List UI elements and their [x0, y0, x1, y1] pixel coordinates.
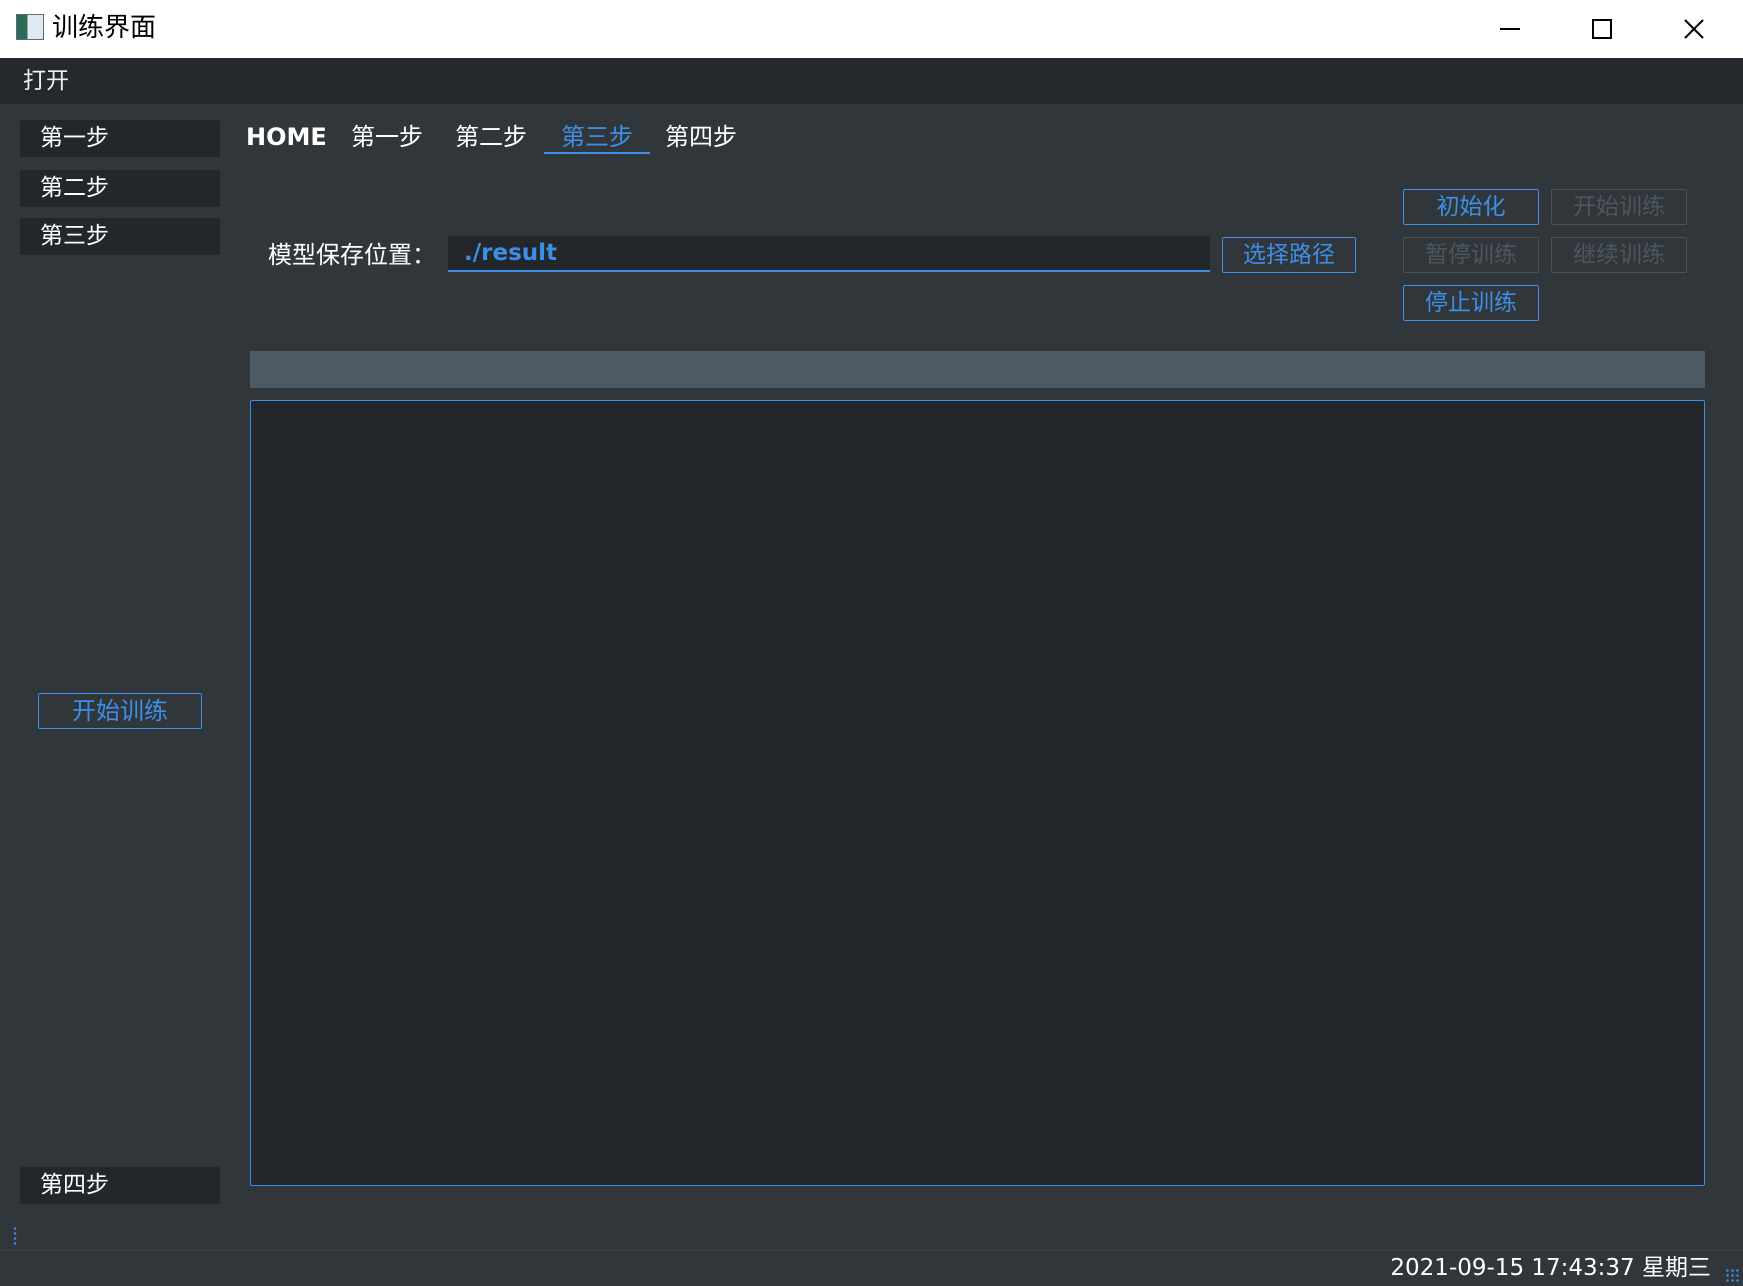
training-log-area[interactable] — [250, 400, 1705, 1186]
tab-step2[interactable]: 第二步 — [446, 120, 536, 154]
minimize-icon — [1500, 28, 1520, 30]
sidebar-item-step4[interactable]: 第四步 — [20, 1167, 220, 1204]
model-save-path-label: 模型保存位置： — [268, 241, 436, 269]
app-icon — [16, 14, 44, 40]
close-button[interactable] — [1648, 0, 1740, 58]
tab-step4[interactable]: 第四步 — [656, 120, 746, 154]
tab-step1[interactable]: 第一步 — [342, 120, 432, 154]
sidebar-item-step2[interactable]: 第二步 — [20, 170, 220, 207]
tab-home[interactable]: HOME — [246, 120, 327, 154]
minimize-button[interactable] — [1464, 0, 1556, 58]
resume-training-button[interactable]: 继续训练 — [1551, 237, 1687, 273]
sidebar-item-step3[interactable]: 第三步 — [20, 218, 220, 255]
menu-bar — [0, 58, 1743, 104]
close-icon — [1684, 19, 1704, 39]
maximize-button[interactable] — [1556, 0, 1648, 58]
model-save-path-input[interactable] — [448, 236, 1210, 272]
maximize-icon — [1592, 19, 1612, 39]
status-datetime: 2021-09-15 17:43:37 星期三 — [1390, 1255, 1711, 1281]
resize-grip-icon[interactable] — [1725, 1268, 1739, 1282]
start-training-button[interactable]: 开始训练 — [1551, 189, 1687, 225]
tab-step3-active[interactable]: 第三步 — [544, 120, 650, 154]
splitter-grip-icon[interactable] — [12, 1226, 18, 1246]
choose-path-button[interactable]: 选择路径 — [1222, 237, 1356, 273]
initialize-button[interactable]: 初始化 — [1403, 189, 1539, 225]
training-progress-bar — [250, 351, 1705, 388]
menu-open[interactable]: 打开 — [23, 66, 69, 96]
pause-training-button[interactable]: 暂停训练 — [1403, 237, 1539, 273]
stop-training-button[interactable]: 停止训练 — [1403, 285, 1539, 321]
window-title: 训练界面 — [52, 13, 157, 43]
sidebar-item-step1[interactable]: 第一步 — [20, 120, 220, 157]
sidebar-start-training-button[interactable]: 开始训练 — [38, 693, 202, 729]
